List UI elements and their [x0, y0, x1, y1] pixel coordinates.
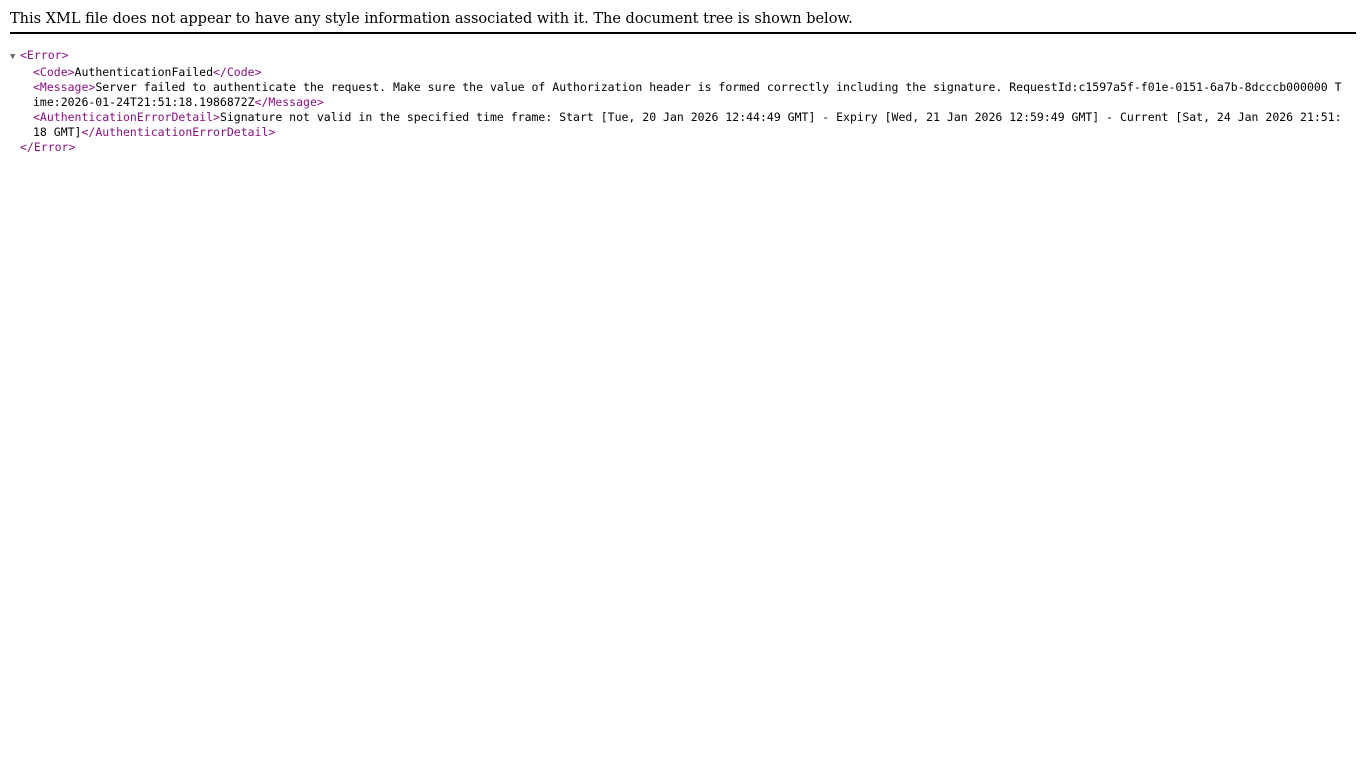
- auth-error-detail-open-tag: <AuthenticationErrorDetail>: [33, 110, 220, 124]
- message-close-tag: </Message>: [254, 95, 324, 109]
- error-element-close: </Error>: [10, 140, 1356, 155]
- code-value: AuthenticationFailed: [74, 65, 214, 79]
- message-open-tag: <Message>: [33, 80, 96, 94]
- error-element-open: ▼ <Error>: [10, 48, 1356, 65]
- notice-text: This XML file does not appear to have an…: [10, 11, 853, 27]
- error-children: <Code>AuthenticationFailed</Code> <Messa…: [10, 65, 1356, 140]
- error-close-tag: </Error>: [20, 140, 76, 154]
- code-element: <Code>AuthenticationFailed</Code>: [33, 65, 1356, 80]
- code-open-tag: <Code>: [33, 65, 75, 79]
- message-value: Server failed to authenticate the reques…: [33, 80, 1342, 109]
- xml-style-notice: This XML file does not appear to have an…: [10, 9, 1356, 34]
- message-element: <Message>Server failed to authenticate t…: [33, 80, 1343, 110]
- auth-error-detail-close-tag: </AuthenticationErrorDetail>: [81, 125, 276, 139]
- auth-error-detail-element: <AuthenticationErrorDetail>Signature not…: [33, 110, 1343, 140]
- code-close-tag: </Code>: [213, 65, 262, 79]
- xml-document-tree: ▼ <Error> <Code>AuthenticationFailed</Cod…: [10, 48, 1356, 155]
- error-open-tag: <Error>: [20, 48, 69, 62]
- collapse-triangle-icon[interactable]: ▼: [10, 50, 20, 65]
